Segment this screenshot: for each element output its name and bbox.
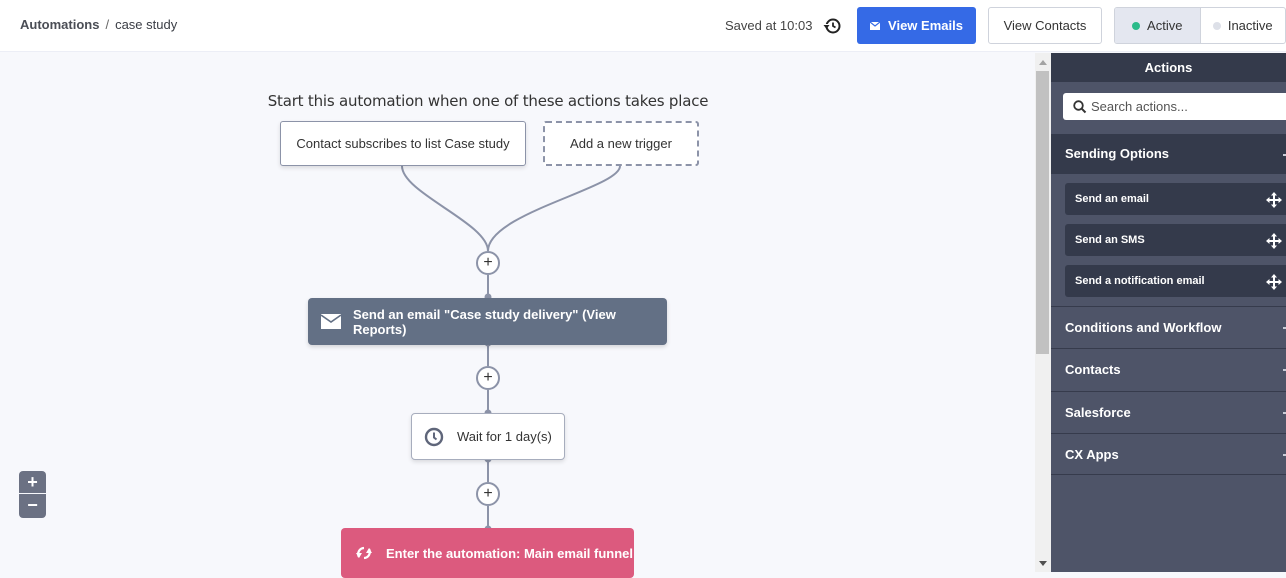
envelope-icon [321,314,341,329]
step-enter-automation-label: Enter the automation: Main email funnel [386,545,634,561]
action-send-sms[interactable]: Send an SMS [1065,224,1286,256]
section-cx-apps-label: CX Apps [1065,447,1119,462]
scroll-down-arrow-icon[interactable] [1039,561,1047,566]
zoom-out-button[interactable]: − [19,494,46,517]
inactive-dot-icon [1212,21,1221,30]
add-step-button[interactable]: + [476,251,500,275]
actions-sidebar: Actions Sending Options Send an email Se… [1051,53,1286,572]
step-wait-label: Wait for 1 day(s) [457,429,552,444]
action-send-email-label: Send an email [1075,193,1149,205]
breadcrumb-separator: / [105,17,110,32]
sync-icon [355,545,373,561]
connector-trigger-2 [487,165,621,252]
breadcrumb-automations-link[interactable]: Automations [20,17,99,32]
add-trigger-button[interactable]: Add a new trigger [543,121,699,166]
envelope-icon [869,18,881,33]
view-emails-label: View Emails [888,18,963,33]
action-send-notification-email[interactable]: Send a notification email [1065,265,1286,297]
action-send-notification-email-label: Send a notification email [1075,275,1205,287]
breadcrumb: Automations / case study [20,17,177,32]
status-inactive-option[interactable]: Inactive [1201,8,1286,43]
view-contacts-button[interactable]: View Contacts [988,7,1102,44]
action-send-sms-label: Send an SMS [1075,234,1145,246]
scrollbar-thumb[interactable] [1036,71,1049,354]
section-contacts-label: Contacts [1065,362,1121,377]
view-emails-button[interactable]: View Emails [857,7,976,44]
search-actions-field[interactable] [1063,93,1286,120]
active-dot-icon [1132,21,1141,30]
step-wait[interactable]: Wait for 1 day(s) [411,413,565,460]
section-sending-options[interactable]: Sending Options [1051,134,1286,174]
step-send-email-label: Send an email "Case study delivery" (Vie… [353,306,616,337]
section-contacts[interactable]: Contacts [1051,348,1286,390]
connector-trigger-1 [401,165,489,252]
section-salesforce[interactable]: Salesforce [1051,391,1286,433]
section-cx-apps[interactable]: CX Apps [1051,433,1286,475]
search-actions-input[interactable] [1091,99,1281,114]
breadcrumb-current: case study [115,17,178,32]
canvas-title: Start this automation when one of these … [267,92,709,110]
status-inactive-label: Inactive [1227,18,1273,33]
search-icon [1073,99,1087,114]
clock-icon [424,427,444,447]
sidebar-title: Actions [1051,53,1286,82]
history-icon[interactable] [822,16,842,36]
canvas-scrollbar[interactable] [1035,53,1051,572]
status-active-label: Active [1147,18,1183,33]
scroll-up-arrow-icon[interactable] [1039,60,1047,65]
section-conditions-workflow-label: Conditions and Workflow [1065,320,1222,335]
add-step-button[interactable]: + [476,366,500,390]
step-enter-automation[interactable]: Enter the automation: Main email funnel [341,528,634,578]
move-icon[interactable] [1265,231,1283,249]
status-toggle: Active Inactive [1114,7,1286,44]
zoom-in-button[interactable]: + [19,471,46,494]
move-icon[interactable] [1265,190,1283,208]
move-icon[interactable] [1265,272,1283,290]
top-header: Automations / case study Saved at 10:03 … [0,0,1286,52]
section-conditions-workflow[interactable]: Conditions and Workflow [1051,306,1286,348]
automation-canvas[interactable]: Start this automation when one of these … [0,53,1035,578]
saved-status: Saved at 10:03 [725,18,813,33]
add-step-button[interactable]: + [476,482,500,506]
step-send-email[interactable]: Send an email "Case study delivery" (Vie… [308,298,667,345]
trigger-contact-subscribes[interactable]: Contact subscribes to list Case study [280,121,526,166]
action-send-email[interactable]: Send an email [1065,183,1286,215]
zoom-controls: + − [19,471,46,518]
status-active-option[interactable]: Active [1115,8,1201,43]
section-salesforce-label: Salesforce [1065,405,1131,420]
